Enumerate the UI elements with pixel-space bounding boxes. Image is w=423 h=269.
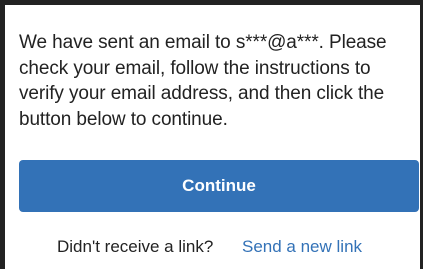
resend-prompt: Didn't receive a link? — [57, 237, 214, 256]
send-new-link[interactable]: Send a new link — [242, 236, 362, 258]
continue-button[interactable]: Continue — [19, 160, 419, 212]
verification-message: We have sent an email to s***@a***. Plea… — [19, 32, 387, 130]
verification-panel: We have sent an email to s***@a***. Plea… — [0, 0, 423, 269]
